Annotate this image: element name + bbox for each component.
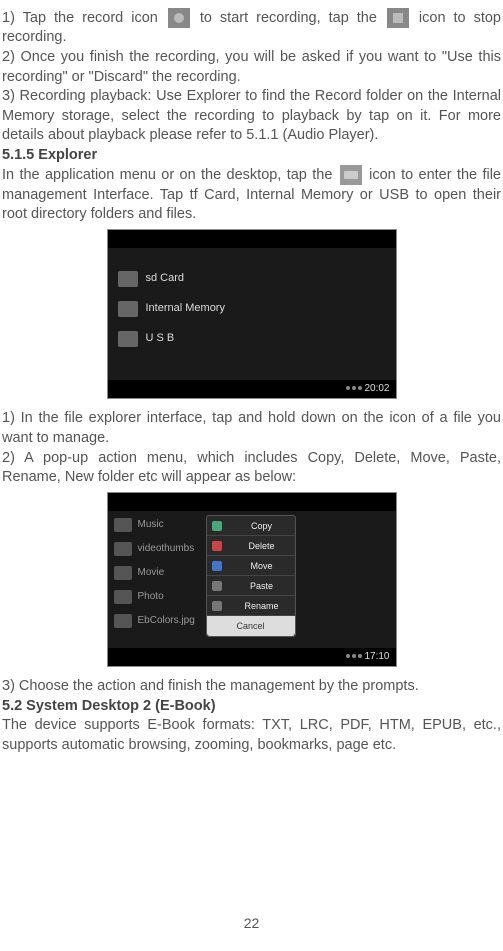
list-row: videothumbs bbox=[114, 537, 195, 561]
row-internal: Internal Memory bbox=[118, 296, 225, 322]
menu-paste: Paste bbox=[207, 576, 295, 596]
figure-context-menu: Music videothumbs Movie Photo EbColors.j… bbox=[107, 492, 397, 667]
list-row: EbColors.jpg bbox=[114, 609, 195, 633]
list-row: Movie bbox=[114, 561, 165, 585]
para-explorer-3: 3) Choose the action and finish the mana… bbox=[2, 677, 501, 697]
para-record-3: 3) Recording playback: Use Explorer to f… bbox=[2, 87, 501, 146]
stop-icon bbox=[387, 8, 409, 28]
menu-delete: Delete bbox=[207, 536, 295, 556]
menu-copy: Copy bbox=[207, 516, 295, 536]
statusbar-top bbox=[108, 493, 396, 511]
para-record-2: 2) Once you finish the recording, you wi… bbox=[2, 48, 501, 87]
clock: 17:10 bbox=[364, 651, 389, 662]
figure-explorer-root: sd Card Internal Memory U S B 20:02 bbox=[107, 229, 397, 399]
heading-515: 5.1.5 Explorer bbox=[2, 146, 501, 166]
page-number: 22 bbox=[0, 914, 503, 933]
statusbar-top bbox=[108, 230, 396, 248]
statusbar-bottom: 20:02 bbox=[108, 380, 396, 398]
heading-52: 5.2 System Desktop 2 (E-Book) bbox=[2, 697, 501, 717]
list-row: Music bbox=[114, 513, 164, 537]
figure-1-wrap: sd Card Internal Memory U S B 20:02 bbox=[2, 229, 501, 406]
para-record-1: 1) Tap the record icon to start recordin… bbox=[2, 8, 501, 48]
para-ebook: The device supports E-Book formats: TXT,… bbox=[2, 716, 501, 755]
context-menu: Copy Delete Move Paste Rename Cancel bbox=[206, 515, 296, 637]
list-row: Photo bbox=[114, 585, 164, 609]
clock: 20:02 bbox=[364, 383, 389, 394]
text: 1) Tap the record icon bbox=[2, 10, 158, 26]
text: to start recording, tap the bbox=[200, 10, 377, 26]
menu-move: Move bbox=[207, 556, 295, 576]
para-explorer-1: 1) In the file explorer interface, tap a… bbox=[2, 409, 501, 448]
para-explorer-2: 2) A pop-up action menu, which includes … bbox=[2, 449, 501, 488]
row-usb: U S B bbox=[118, 326, 175, 352]
row-sdcard: sd Card bbox=[118, 266, 185, 292]
figure-2-wrap: Music videothumbs Movie Photo EbColors.j… bbox=[2, 492, 501, 674]
record-icon bbox=[168, 8, 190, 28]
text: In the application menu or on the deskto… bbox=[2, 167, 332, 183]
menu-cancel: Cancel bbox=[207, 616, 295, 636]
statusbar-bottom: 17:10 bbox=[108, 648, 396, 666]
para-explorer-intro: In the application menu or on the deskto… bbox=[2, 165, 501, 225]
explorer-icon bbox=[340, 165, 362, 185]
menu-rename: Rename bbox=[207, 596, 295, 616]
